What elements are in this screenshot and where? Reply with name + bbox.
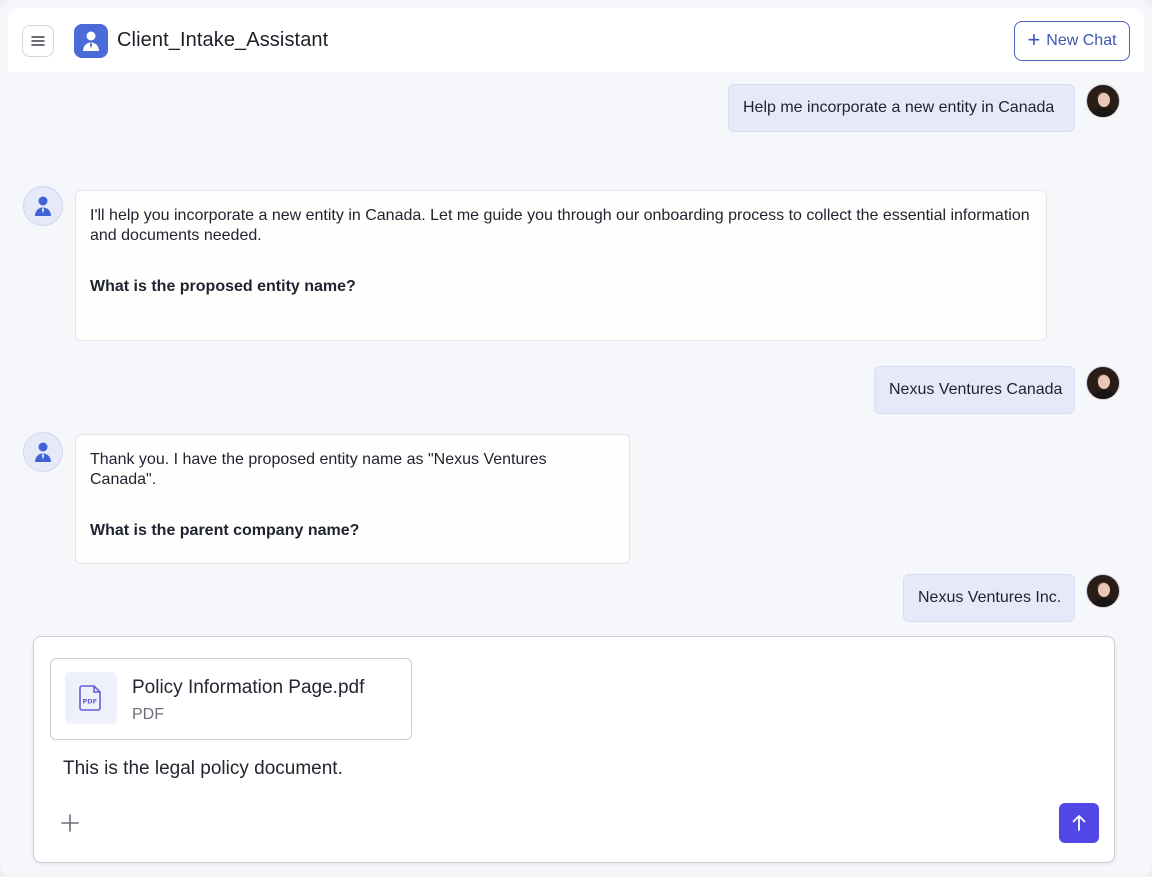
new-chat-button[interactable]: + New Chat bbox=[1014, 21, 1130, 61]
user-message: Help me incorporate a new entity in Cana… bbox=[728, 84, 1075, 132]
attach-button[interactable] bbox=[58, 811, 82, 835]
send-button[interactable] bbox=[1059, 803, 1099, 843]
app-logo bbox=[74, 24, 108, 58]
assistant-avatar bbox=[23, 186, 63, 226]
attachment-chip[interactable]: PDF Policy Information Page.pdf PDF bbox=[50, 658, 412, 740]
menu-button[interactable] bbox=[22, 25, 54, 57]
message-text: Nexus Ventures Inc. bbox=[918, 589, 1062, 606]
message-text: I'll help you incorporate a new entity i… bbox=[90, 207, 1030, 244]
header: Client_Intake_Assistant + New Chat bbox=[8, 8, 1144, 72]
message-composer[interactable]: PDF Policy Information Page.pdf PDF This… bbox=[33, 636, 1115, 863]
message-question: What is the parent company name? bbox=[90, 522, 360, 539]
hamburger-icon bbox=[31, 36, 45, 46]
composer-input[interactable]: This is the legal policy document. bbox=[63, 758, 343, 780]
user-avatar bbox=[1086, 366, 1120, 400]
attachment-type: PDF bbox=[132, 706, 164, 723]
user-message: Nexus Ventures Inc. bbox=[903, 574, 1075, 622]
assistant-message: Thank you. I have the proposed entity na… bbox=[75, 434, 630, 564]
arrow-up-icon bbox=[1072, 815, 1086, 831]
pdf-file-icon: PDF bbox=[65, 672, 117, 724]
assistant-avatar bbox=[23, 432, 63, 472]
user-avatar bbox=[1086, 574, 1120, 608]
plus-icon: + bbox=[1027, 27, 1041, 52]
user-message: Nexus Ventures Canada bbox=[874, 366, 1075, 414]
svg-text:PDF: PDF bbox=[83, 698, 98, 706]
assistant-person-icon bbox=[35, 442, 51, 462]
assistant-person-icon bbox=[35, 196, 51, 216]
plus-icon bbox=[61, 814, 79, 832]
user-avatar bbox=[1086, 84, 1120, 118]
message-question: What is the proposed entity name? bbox=[90, 278, 356, 295]
new-chat-label: New Chat bbox=[1046, 32, 1117, 49]
assistant-message: I'll help you incorporate a new entity i… bbox=[75, 190, 1047, 341]
message-text: Thank you. I have the proposed entity na… bbox=[90, 451, 547, 488]
assistant-person-icon bbox=[83, 31, 99, 51]
app-title: Client_Intake_Assistant bbox=[117, 29, 329, 51]
message-text: Nexus Ventures Canada bbox=[889, 381, 1063, 398]
attachment-name: Policy Information Page.pdf bbox=[132, 677, 365, 698]
chat-app: Client_Intake_Assistant + New Chat Help … bbox=[0, 0, 1152, 877]
message-text: Help me incorporate a new entity in Cana… bbox=[743, 99, 1055, 116]
